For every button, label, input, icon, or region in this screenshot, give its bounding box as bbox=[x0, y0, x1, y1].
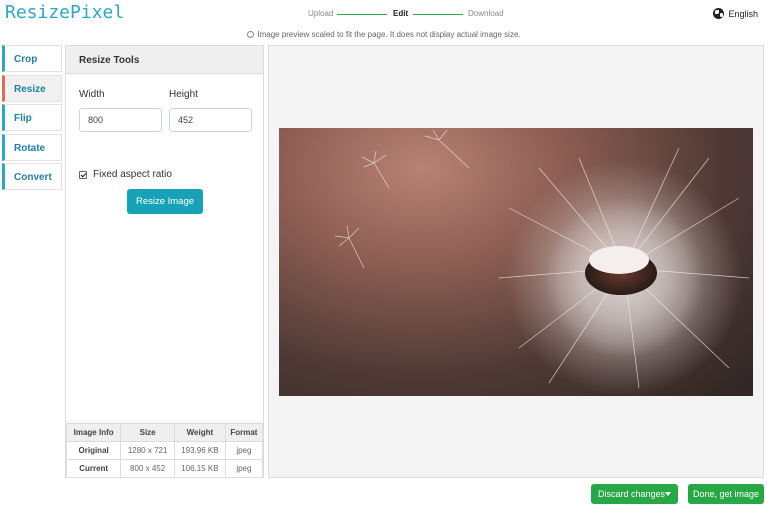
table-header: Size bbox=[120, 423, 175, 442]
table-cell: 800 x 452 bbox=[120, 459, 175, 478]
step-connector bbox=[413, 14, 463, 15]
height-label: Height bbox=[169, 89, 198, 100]
table-cell: jpeg bbox=[224, 441, 264, 460]
panel-title: Resize Tools bbox=[66, 46, 263, 74]
step-connector bbox=[337, 14, 387, 15]
table-cell: 193.96 KB bbox=[173, 441, 226, 460]
tab-resize[interactable]: Resize bbox=[2, 74, 62, 102]
panel-body: Width Height 800 452 Fixed aspect ratio … bbox=[66, 75, 263, 420]
image-preview-area bbox=[268, 45, 764, 478]
discard-changes-label: Discard changes bbox=[598, 489, 666, 499]
image-info-table: Image Info Size Weight Format Original 1… bbox=[65, 423, 264, 478]
logo-text-resize: Resize bbox=[5, 2, 71, 23]
caret-down-icon bbox=[665, 492, 671, 496]
preview-notice: Image preview scaled to fit the page. It… bbox=[0, 30, 768, 39]
resize-tools-panel: Resize Tools Width Height 800 452 Fixed … bbox=[65, 45, 264, 478]
width-input[interactable]: 800 bbox=[79, 108, 162, 132]
step-download: Download bbox=[468, 9, 504, 18]
resize-image-button[interactable]: Resize Image bbox=[127, 189, 203, 214]
table-header: Weight bbox=[173, 423, 226, 442]
tab-convert[interactable]: Convert bbox=[2, 163, 62, 190]
table-cell: Current bbox=[65, 459, 122, 478]
checkbox-check-icon[interactable] bbox=[79, 170, 87, 179]
globe-icon bbox=[713, 8, 725, 19]
fixed-aspect-checkbox[interactable]: Fixed aspect ratio bbox=[79, 169, 172, 180]
discard-changes-button[interactable]: Discard changes bbox=[591, 484, 678, 504]
language-label: English bbox=[728, 8, 758, 19]
fixed-aspect-label: Fixed aspect ratio bbox=[93, 169, 172, 180]
table-header-row: Image Info Size Weight Format bbox=[65, 423, 264, 442]
tab-crop[interactable]: Crop bbox=[2, 45, 62, 72]
step-edit: Edit bbox=[393, 9, 409, 18]
table-cell: 106.15 KB bbox=[173, 459, 226, 478]
table-cell: Original bbox=[65, 441, 122, 460]
image-preview bbox=[279, 128, 753, 396]
table-header: Format bbox=[224, 423, 264, 442]
language-selector[interactable]: English bbox=[713, 8, 758, 19]
dandelion-photo bbox=[334, 129, 750, 396]
table-cell: jpeg bbox=[224, 459, 264, 478]
tool-tabs: Crop Resize Flip Rotate Convert bbox=[2, 45, 62, 193]
tab-flip[interactable]: Flip bbox=[2, 104, 62, 131]
app-logo[interactable]: ResizePixel bbox=[5, 2, 124, 23]
tab-rotate[interactable]: Rotate bbox=[2, 133, 62, 161]
preview-notice-text: Image preview scaled to fit the page. It… bbox=[257, 30, 521, 39]
height-input[interactable]: 452 bbox=[169, 108, 252, 132]
table-header: Image Info bbox=[65, 423, 122, 442]
progress-steps: Upload Edit Download bbox=[300, 8, 520, 20]
table-cell: 1280 x 721 bbox=[120, 441, 175, 460]
info-icon bbox=[247, 31, 255, 38]
step-upload: Upload bbox=[308, 9, 334, 18]
logo-text-pixel: Pixel bbox=[70, 2, 125, 23]
table-row: Original 1280 x 721 193.96 KB jpeg bbox=[65, 441, 264, 460]
table-row: Current 800 x 452 106.15 KB jpeg bbox=[65, 459, 264, 478]
done-get-image-button[interactable]: Done, get image bbox=[688, 484, 764, 504]
width-label: Width bbox=[79, 89, 105, 100]
